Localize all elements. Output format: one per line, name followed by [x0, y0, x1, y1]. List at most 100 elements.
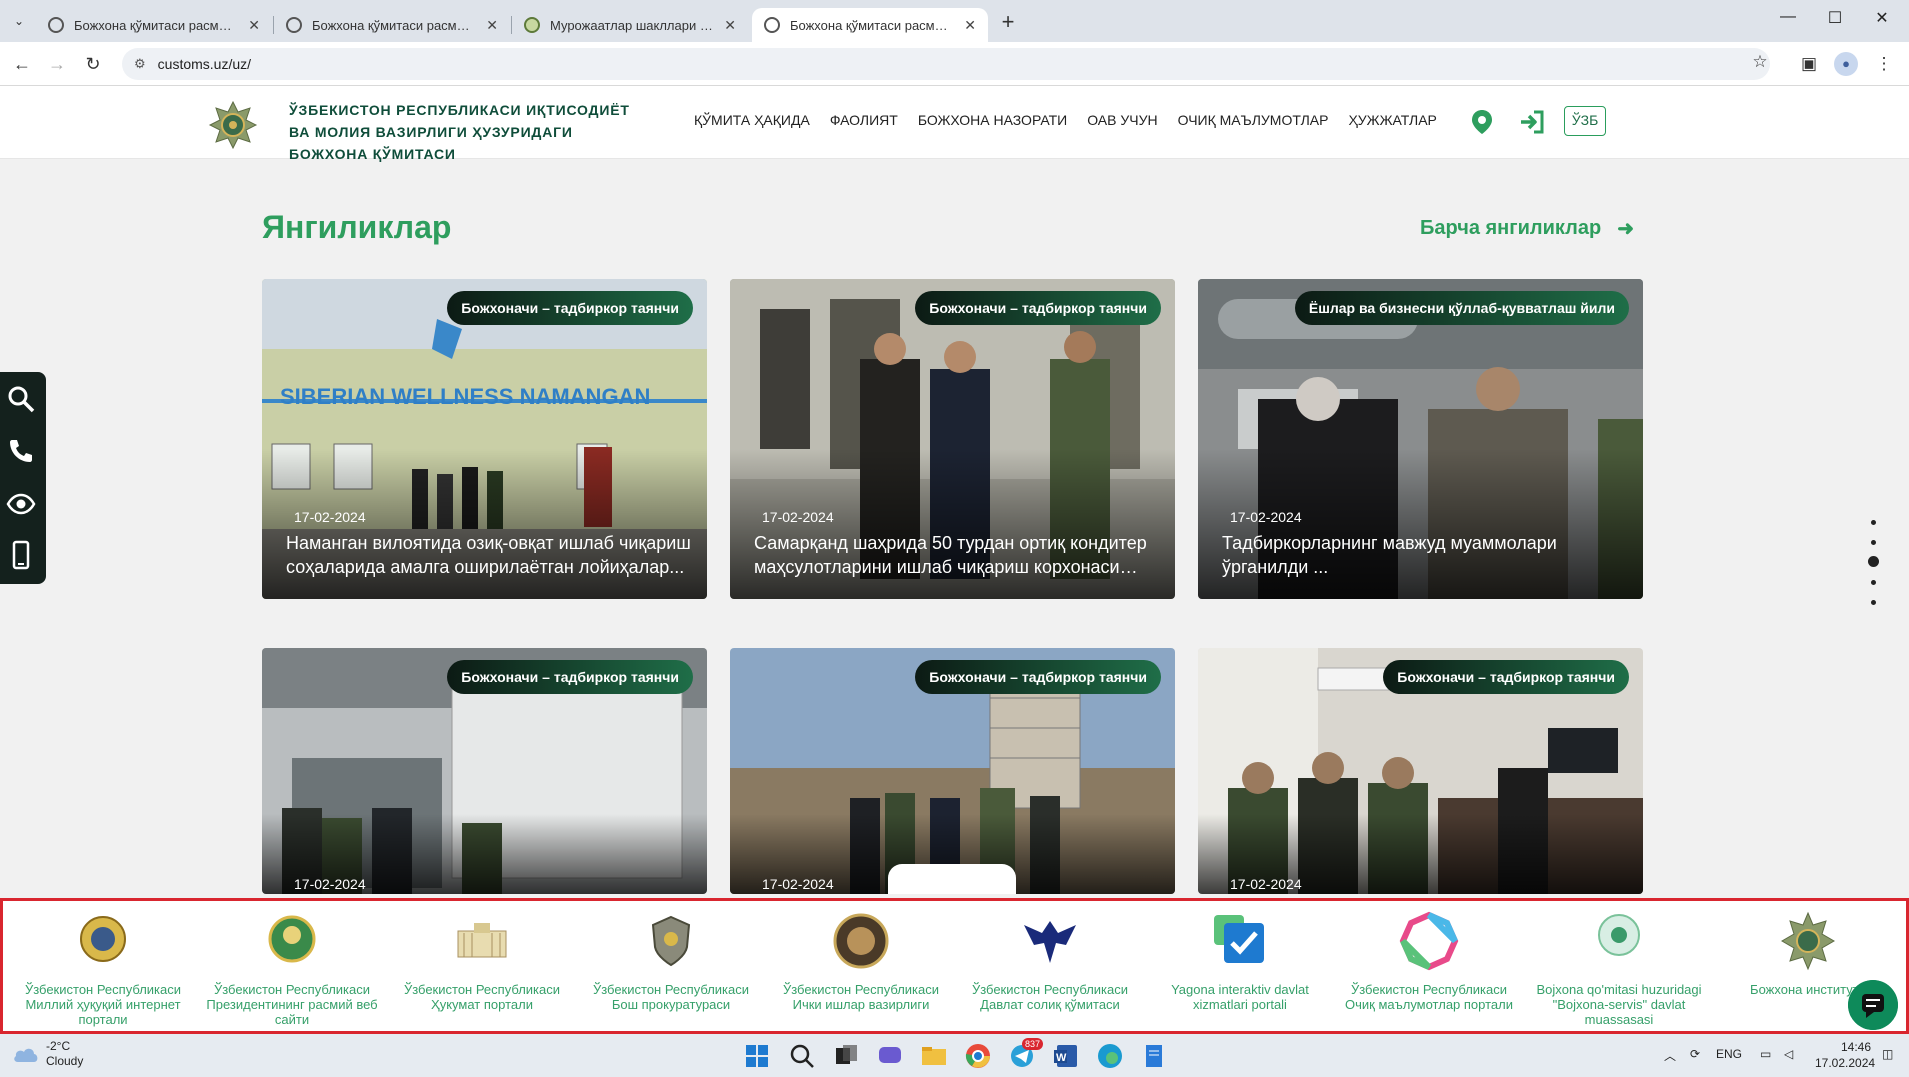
- sync-icon[interactable]: ⟳: [1690, 1047, 1700, 1061]
- browser-tab-4-active[interactable]: Божхона қўмитаси расмий веб ✕: [752, 8, 988, 42]
- category-tag[interactable]: Божхоначи – тадбиркор таянчи: [915, 660, 1161, 694]
- maximize-button[interactable]: ☐: [1823, 8, 1847, 28]
- news-title[interactable]: Наманган вилоятида озиқ-овқат ишлаб чиқа…: [286, 531, 696, 579]
- partner-links-strip: Ўзбекистон Республикаси Миллий ҳуқуқий и…: [0, 898, 1909, 1034]
- back-button[interactable]: ←: [10, 52, 34, 76]
- address-bar[interactable]: ⚙ customs.uz/uz/: [122, 48, 1770, 80]
- task-view-icon[interactable]: [831, 1041, 861, 1071]
- new-tab-button[interactable]: +: [996, 9, 1020, 35]
- browser-tab-1[interactable]: Божхона қўмитаси расмий веб ✕: [36, 8, 272, 42]
- section-dot[interactable]: [1871, 580, 1876, 585]
- close-tab-icon[interactable]: ✕: [248, 17, 260, 34]
- close-window-button[interactable]: ✕: [1870, 8, 1894, 28]
- arrow-right-icon: ➜: [1617, 218, 1634, 240]
- mobile-version-icon[interactable]: [6, 540, 36, 570]
- close-tab-icon[interactable]: ✕: [486, 17, 498, 34]
- partner-link[interactable]: Bojxona qo'mitasi huzuridagi "Bojxona-se…: [1529, 911, 1709, 1027]
- taskbar-clock[interactable]: 14:46 17.02.2024: [1815, 1039, 1875, 1071]
- notifications-icon[interactable]: ◫: [1882, 1047, 1893, 1061]
- windows-start-icon[interactable]: [742, 1041, 772, 1071]
- partner-label: Bojxona qo'mitasi huzuridagi "Bojxona-se…: [1536, 982, 1702, 1027]
- edge-icon[interactable]: [1095, 1041, 1125, 1071]
- teams-chat-icon[interactable]: [875, 1041, 905, 1071]
- notepad-icon[interactable]: [1139, 1041, 1169, 1071]
- category-tag[interactable]: Божхоначи – тадбиркор таянчи: [447, 660, 693, 694]
- side-panel-icon[interactable]: ▣: [1797, 52, 1821, 76]
- section-dot[interactable]: [1871, 600, 1876, 605]
- partner-link[interactable]: Ўзбекистон Республикаси Миллий ҳуқуқий и…: [13, 911, 193, 1027]
- word-icon[interactable]: W: [1051, 1041, 1081, 1071]
- news-card[interactable]: SIBERIAN WELLNESS NAMANGAN Божхоначи – т…: [262, 279, 707, 599]
- news-card[interactable]: Божхоначи – тадбиркор таянчи 17-02-2024: [730, 648, 1175, 894]
- nav-item-activity[interactable]: ФАОЛИЯТ: [830, 112, 898, 128]
- windows-taskbar: -2°C Cloudy 837 W ︿ ⟳ ENG ▭ ◁ 14:46 17.0…: [0, 1034, 1909, 1077]
- search-icon[interactable]: [6, 384, 36, 414]
- browser-tab-2[interactable]: Божхона қўмитаси расмий веб ✕: [274, 8, 510, 42]
- partner-label: Ўзбекистон Республикаси Президентининг р…: [206, 982, 378, 1027]
- nav-item-customs-control[interactable]: БОЖХОНА НАЗОРАТИ: [918, 112, 1067, 128]
- volume-icon[interactable]: ◁: [1784, 1047, 1793, 1061]
- category-tag[interactable]: Ёшлар ва бизнесни қўллаб-қувватлаш йили: [1294, 291, 1629, 325]
- partner-link[interactable]: Ўзбекистон Республикаси Ички ишлар вазир…: [771, 911, 951, 1012]
- partner-link[interactable]: Ўзбекистон Республикаси Давлат солиқ қўм…: [960, 911, 1140, 1012]
- partner-label: Ўзбекистон Республикаси Миллий ҳуқуқий и…: [24, 982, 182, 1027]
- chat-icon[interactable]: [1848, 980, 1898, 1030]
- weather-widget[interactable]: -2°C Cloudy: [46, 1039, 83, 1069]
- location-pin-icon[interactable]: [1468, 108, 1496, 136]
- section-dot-active[interactable]: [1868, 556, 1879, 567]
- news-date: 17-02-2024: [294, 509, 366, 525]
- input-language[interactable]: ENG: [1716, 1047, 1742, 1061]
- news-title[interactable]: Тадбиркорларнинг мавжуд муаммолари ўрган…: [1222, 531, 1632, 579]
- customs-emblem-logo[interactable]: [208, 100, 258, 150]
- partner-link[interactable]: Ўзбекистон Республикаси Очиқ маълумотлар…: [1339, 911, 1519, 1012]
- category-tag[interactable]: Божхоначи – тадбиркор таянчи: [447, 291, 693, 325]
- globe-icon: [764, 17, 780, 33]
- browser-tabstrip: ⌄ Божхона қўмитаси расмий веб ✕ Божхона …: [0, 0, 1909, 42]
- news-card[interactable]: Божхоначи – тадбиркор таянчи 17-02-2024 …: [730, 279, 1175, 599]
- org-name[interactable]: Ўзбекистон Республикаси иқтисодиёт ва мо…: [289, 99, 649, 165]
- language-switch-button[interactable]: ЎЗБ: [1564, 106, 1606, 136]
- network-icon[interactable]: ▭: [1760, 1047, 1771, 1061]
- section-dot[interactable]: [1871, 540, 1876, 545]
- partner-link[interactable]: Ўзбекистон Республикаси Ҳукумат портали: [392, 911, 572, 1012]
- news-card[interactable]: Ёшлар ва бизнесни қўллаб-қувватлаш йили …: [1198, 279, 1643, 599]
- nav-item-about[interactable]: ҚЎМИТА ҲАҚИДА: [694, 112, 810, 128]
- search-icon[interactable]: [787, 1041, 817, 1071]
- chrome-icon[interactable]: [963, 1041, 993, 1071]
- phone-icon[interactable]: [6, 436, 36, 466]
- site-header: Ўзбекистон Республикаси иқтисодиёт ва мо…: [0, 86, 1909, 162]
- site-info-icon[interactable]: ⚙: [134, 56, 146, 72]
- partner-link[interactable]: Yagona interaktiv davlat xizmatlari port…: [1150, 911, 1330, 1012]
- svg-text:W: W: [1056, 1052, 1067, 1064]
- customs-institute-emblem-icon: [1781, 911, 1835, 971]
- login-icon[interactable]: [1518, 108, 1546, 136]
- partner-link[interactable]: Ўзбекистон Республикаси Бош прокуратурас…: [581, 911, 761, 1012]
- bookmark-star-icon[interactable]: ☆: [1748, 50, 1772, 74]
- category-tag[interactable]: Божхоначи – тадбиркор таянчи: [1383, 660, 1629, 694]
- close-tab-icon[interactable]: ✕: [724, 17, 736, 34]
- news-card[interactable]: Божхоначи – тадбиркор таянчи 17-02-2024: [1198, 648, 1643, 894]
- partner-label: Ўзбекистон Республикаси Ҳукумат портали: [403, 982, 561, 1012]
- show-hidden-icons-icon[interactable]: ︿: [1664, 1047, 1676, 1064]
- news-title[interactable]: Самарқанд шаҳрида 50 турдан ортиқ кондит…: [754, 531, 1164, 579]
- profile-avatar-icon[interactable]: ●: [1834, 52, 1858, 76]
- browser-tab-3[interactable]: Мурожаатлар шакллари ва ул ✕: [512, 8, 748, 42]
- browser-menu-icon[interactable]: ⋮: [1872, 52, 1896, 76]
- minimize-button[interactable]: —: [1776, 8, 1800, 26]
- section-dot[interactable]: [1871, 520, 1876, 525]
- category-tag[interactable]: Божхоначи – тадбиркор таянчи: [915, 291, 1161, 325]
- all-news-link[interactable]: Барча янгиликлар ➜: [1420, 216, 1634, 241]
- cloud-weather-icon[interactable]: [12, 1044, 40, 1064]
- reload-button[interactable]: ↻: [81, 52, 105, 76]
- close-tab-icon[interactable]: ✕: [964, 17, 976, 34]
- nav-item-media[interactable]: ОАВ УЧУН: [1087, 112, 1157, 128]
- forward-button[interactable]: →: [45, 52, 69, 76]
- news-card[interactable]: Божхоначи – тадбиркор таянчи 17-02-2024: [262, 648, 707, 894]
- nav-item-open-data[interactable]: ОЧИҚ МАЪЛУМОТЛАР: [1178, 112, 1329, 128]
- eye-icon[interactable]: [6, 489, 36, 519]
- file-explorer-icon[interactable]: [919, 1041, 949, 1071]
- partner-link[interactable]: Ўзбекистон Республикаси Президентининг р…: [202, 911, 382, 1027]
- prosecutor-shield-icon: [651, 915, 691, 967]
- nav-item-documents[interactable]: ҲУЖЖАТЛАР: [1348, 112, 1436, 128]
- tab-search-button[interactable]: ⌄: [8, 10, 30, 32]
